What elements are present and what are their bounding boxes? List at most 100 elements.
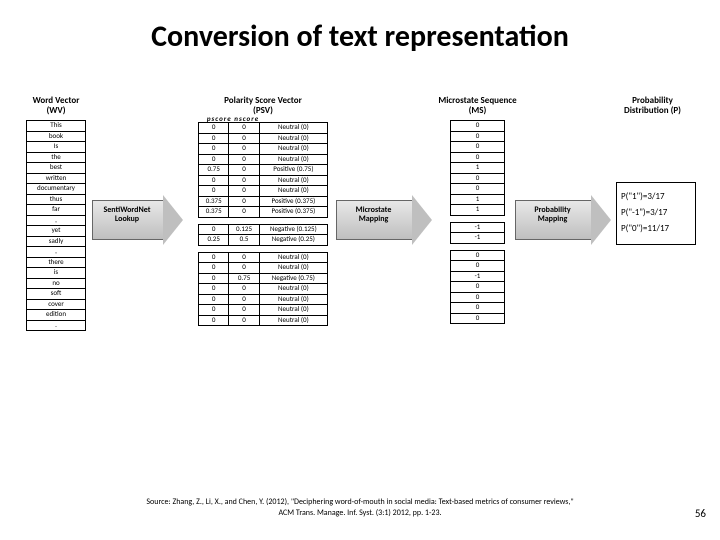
psv-cell: 0 [199, 186, 229, 197]
ms-cell: 0 [451, 142, 505, 153]
psv-cell: 0 [229, 284, 259, 295]
psv-cell: Neutral (0) [259, 294, 327, 305]
psv-cell: 0 [199, 224, 229, 235]
ms-cell: 1 [451, 194, 505, 205]
label-probability: ProbabilityMapping [515, 206, 590, 224]
psv-cell: 0.5 [229, 235, 259, 246]
wv-cell: no [27, 278, 86, 289]
psv-cell: 0 [199, 154, 229, 165]
probability-box: P("1")=3/17 P("-1")=3/17 P("0")=11/17 [616, 182, 696, 245]
psv-cell: 0 [199, 144, 229, 155]
ms-cell: 0 [451, 250, 505, 261]
psv-cell: 0 [229, 123, 259, 134]
psv-cell: 0 [229, 154, 259, 165]
psv-cell: 0 [229, 305, 259, 316]
psv-cell: 0.375 [199, 196, 229, 207]
psv-cell: Neutral (0) [259, 186, 327, 197]
wv-cell: This [27, 121, 86, 132]
psv-cell [229, 245, 259, 252]
psv-cell: 0.375 [199, 207, 229, 218]
psv-cell: Neutral (0) [259, 123, 327, 134]
psv-cell: 0 [199, 305, 229, 316]
psv-cell: 0 [229, 263, 259, 274]
wv-cell: Is [27, 142, 86, 153]
ms-cell: 0 [451, 121, 505, 132]
psv-cell: Neutral (0) [259, 284, 327, 295]
label-microstate: MicrostateMapping [336, 206, 411, 224]
psv-cell: 0 [199, 315, 229, 326]
wv-cell: cover [27, 299, 86, 310]
psv-cell: Negative (0.25) [259, 235, 327, 246]
wv-cell: book [27, 131, 86, 142]
wv-cell: sadly [27, 236, 86, 247]
psv-cell: 0 [229, 133, 259, 144]
label-sentiwordnet: SentiWordNetLookup [92, 206, 162, 224]
ms-cell: 0 [451, 184, 505, 195]
prob-0: P("0")=11/17 [621, 221, 691, 237]
psv-cell: Neutral (0) [259, 154, 327, 165]
psv-cell: Neutral (0) [259, 175, 327, 186]
wv-cell: edition [27, 310, 86, 321]
header-prob: ProbabilityDistribution (P) [610, 96, 695, 116]
psv-cell: 0 [199, 263, 229, 274]
psv-cell: Positive (0.375) [259, 196, 327, 207]
psv-cell: Neutral (0) [259, 252, 327, 263]
psv-cell: 0 [229, 144, 259, 155]
wv-cell: thus [27, 194, 86, 205]
table-psv: 00Neutral (0)00Neutral (0)00Neutral (0)0… [198, 122, 328, 326]
ms-cell: 0 [451, 131, 505, 142]
wv-cell: best [27, 163, 86, 174]
header-word-vector: Word Vector(WV) [20, 96, 92, 116]
psv-cell: 0 [199, 133, 229, 144]
source-citation: Source: Zhang, Z., Li, X., and Chen, Y. … [0, 497, 720, 518]
psv-cell: 0 [229, 186, 259, 197]
ms-cell [451, 243, 505, 250]
wv-cell: is [27, 268, 86, 279]
psv-cell: 0 [229, 294, 259, 305]
wv-cell: documentary [27, 184, 86, 195]
psv-cell: 0 [199, 273, 229, 284]
psv-cell: 0 [229, 252, 259, 263]
ms-cell: 0 [451, 173, 505, 184]
ms-cell [451, 215, 505, 222]
psv-cell: 0 [229, 315, 259, 326]
psv-cell: 0.75 [229, 273, 259, 284]
ms-cell: 0 [451, 303, 505, 314]
wv-cell: soft [27, 289, 86, 300]
ms-cell: -1 [451, 233, 505, 244]
psv-cell: Positive (0.75) [259, 165, 327, 176]
psv-cell: 0.25 [199, 235, 229, 246]
psv-cell: Neutral (0) [259, 263, 327, 274]
ms-cell: 0 [451, 152, 505, 163]
psv-cell: 0 [199, 294, 229, 305]
psv-cell: 0.75 [199, 165, 229, 176]
psv-cell: 0.125 [229, 224, 259, 235]
psv-cell: Negative (0.125) [259, 224, 327, 235]
psv-cell: 0 [199, 175, 229, 186]
psv-cell: 0 [229, 175, 259, 186]
diagram-canvas: Word Vector(WV) ThisbookIsthebestwritten… [20, 120, 700, 410]
psv-cell: 0 [199, 284, 229, 295]
wv-cell: , [27, 247, 86, 258]
ms-cell: -1 [451, 222, 505, 233]
wv-cell: written [27, 173, 86, 184]
ms-cell: -1 [451, 271, 505, 282]
psv-cell: 0 [199, 252, 229, 263]
wv-cell: far [27, 205, 86, 216]
psv-cell: Negative (0.75) [259, 273, 327, 284]
table-word-vector: ThisbookIsthebestwrittendocumentarythusf… [26, 120, 86, 331]
wv-cell: there [27, 257, 86, 268]
ms-cell: 1 [451, 205, 505, 216]
psv-cell: Neutral (0) [259, 315, 327, 326]
prob-neg1: P("-1")=3/17 [621, 205, 691, 221]
psv-cell [229, 217, 259, 224]
psv-cell [259, 245, 327, 252]
slide-title: Conversion of text representation [0, 0, 720, 63]
prob-1: P("1")=3/17 [621, 189, 691, 205]
wv-cell: , [27, 215, 86, 226]
psv-cell [199, 245, 229, 252]
wv-cell: yet [27, 226, 86, 237]
psv-cell: Neutral (0) [259, 144, 327, 155]
page-number: 56 [695, 507, 706, 520]
header-psv: Polarity Score Vector(PSV) [198, 96, 328, 116]
